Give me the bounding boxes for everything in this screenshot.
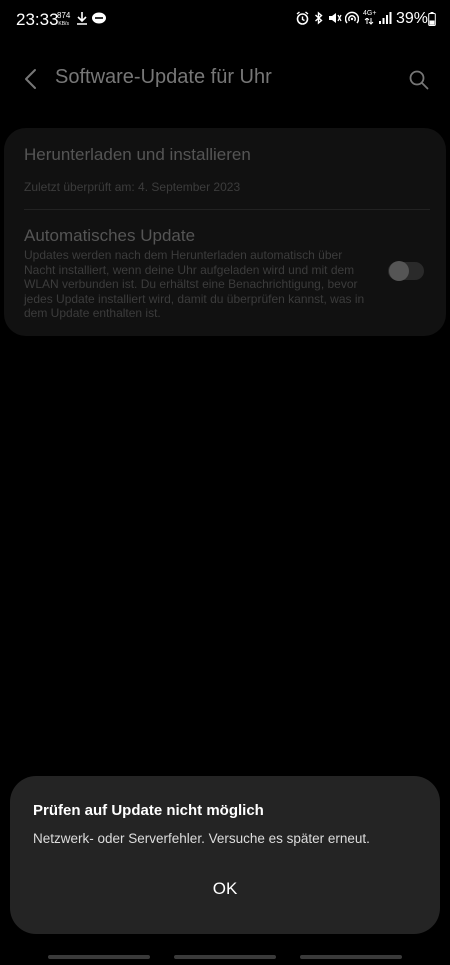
nav-recents-button[interactable] — [48, 955, 150, 959]
network-rate-value: 874 — [57, 11, 71, 20]
alarm-icon — [296, 11, 309, 25]
clock: 23:33 — [16, 10, 59, 29]
last-checked-text: Zuletzt überprüft am: 4. September 2023 — [24, 180, 241, 194]
download-icon — [77, 12, 87, 25]
dialog-message: Netzwerk- oder Serverfehler. Versuche es… — [33, 831, 370, 846]
auto-update-title: Automatisches Update — [24, 226, 196, 245]
page-title: Software-Update für Uhr — [55, 66, 272, 88]
navigation-bar — [0, 950, 450, 965]
mute-icon — [329, 13, 342, 23]
network-rate-unit: KB/s — [58, 21, 69, 27]
signal-icon — [379, 12, 392, 24]
network-rate: 874 KB/s — [57, 12, 70, 28]
app-header: Software-Update für Uhr — [0, 56, 450, 102]
status-bar: 23:33 874 KB/s 4G+ 39% — [0, 0, 450, 40]
ok-button[interactable]: OK — [185, 872, 265, 906]
settings-card: Herunterladen und installieren Zuletzt ü… — [4, 128, 446, 336]
auto-update-description: Updates werden nach dem Herunterladen au… — [24, 248, 365, 321]
toggle-knob — [389, 261, 409, 281]
cloud-sync-icon — [92, 12, 106, 24]
hotspot-icon — [345, 11, 359, 24]
search-icon[interactable] — [407, 68, 431, 92]
data-arrows-icon — [364, 18, 374, 25]
battery-icon — [428, 12, 436, 26]
download-install-title: Herunterladen und installieren — [24, 145, 251, 164]
nav-home-button[interactable] — [174, 955, 276, 959]
dialog-title: Prüfen auf Update nicht möglich — [33, 802, 264, 819]
divider — [24, 209, 430, 210]
error-dialog: Prüfen auf Update nicht möglich Netzwerk… — [10, 776, 440, 934]
auto-update-toggle[interactable] — [388, 261, 424, 281]
bluetooth-icon — [315, 11, 323, 25]
back-button[interactable] — [20, 67, 42, 91]
network-type: 4G+ — [363, 10, 377, 17]
battery-percent: 39% — [396, 10, 429, 27]
nav-back-button[interactable] — [300, 955, 402, 959]
